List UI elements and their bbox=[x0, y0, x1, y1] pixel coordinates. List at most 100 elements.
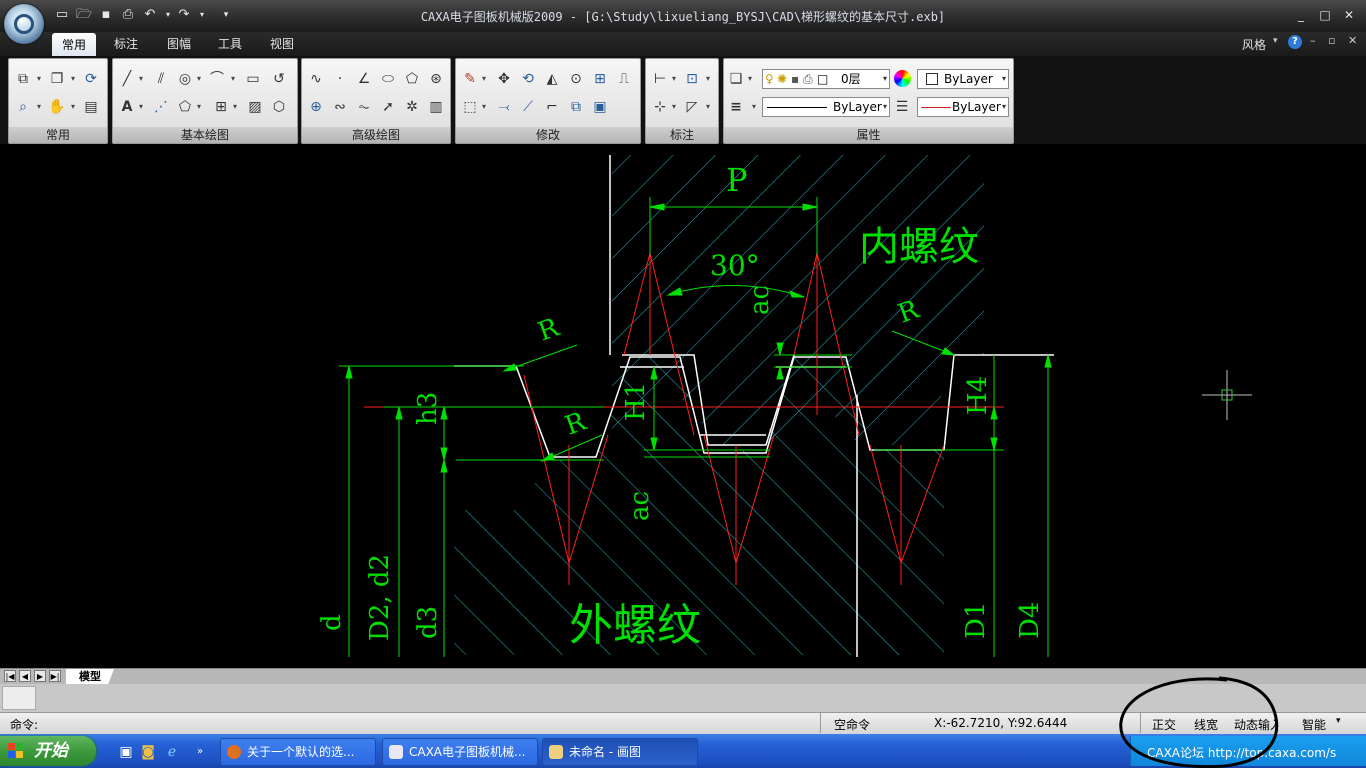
help-icon[interactable]: ? bbox=[1288, 35, 1302, 49]
minimize-button[interactable]: _ bbox=[1292, 8, 1310, 22]
drawing-canvas[interactable]: P 30° 内螺纹 外螺纹 R R R ac ac h3 H1 H4 d D2,… bbox=[4, 145, 1364, 667]
color-select[interactable]: ByLayer ▾ bbox=[917, 69, 1009, 89]
doc-minimize-button[interactable]: – bbox=[1310, 34, 1316, 47]
mirror-icon[interactable]: ◭ bbox=[542, 69, 562, 89]
pan-icon[interactable]: ✋ bbox=[47, 97, 67, 117]
move-icon[interactable]: ✥ bbox=[494, 69, 514, 89]
tab-sheet[interactable]: 图幅 bbox=[157, 32, 201, 56]
table-icon[interactable]: ⊞ bbox=[211, 97, 231, 117]
explode-icon[interactable]: ▣ bbox=[590, 97, 610, 117]
arrow-icon[interactable]: ➚ bbox=[378, 97, 398, 117]
chart-icon[interactable]: ▥ bbox=[426, 97, 446, 117]
doc-restore-button[interactable]: ▫ bbox=[1328, 34, 1335, 47]
stretch-icon[interactable]: ⎍ bbox=[614, 69, 634, 89]
copy-icon[interactable]: ❐ bbox=[47, 69, 67, 89]
taskbar-item-browser[interactable]: 关于一个默认的选... bbox=[220, 738, 376, 766]
gear-icon[interactable]: ✲ bbox=[402, 97, 422, 117]
H1-label: H1 bbox=[621, 382, 651, 421]
rotate-icon[interactable]: ⟲ bbox=[518, 69, 538, 89]
next-sheet-button[interactable]: ▶ bbox=[34, 670, 46, 682]
circle-icon[interactable]: ◎ bbox=[175, 69, 195, 89]
extend-icon[interactable]: ⟋ bbox=[518, 97, 538, 117]
maximize-button[interactable]: □ bbox=[1316, 8, 1334, 22]
snap-dropdown-icon[interactable]: ▾ bbox=[1336, 716, 1341, 726]
erase-icon[interactable]: ✎ bbox=[460, 69, 480, 89]
scale-icon[interactable]: ⊙ bbox=[566, 69, 586, 89]
spline-icon[interactable]: ∿ bbox=[306, 69, 326, 89]
quicklaunch-more-icon[interactable]: » bbox=[192, 744, 208, 760]
panel-properties: ❏ ▾ ♀ ✺ ▪ ⎙ □ 0层 ▾ ByLayer ▾ ≡ ▾ ByLayer ▾… bbox=[723, 58, 1014, 144]
coordinate-dim-icon[interactable]: ⊡ bbox=[682, 69, 702, 89]
command-prompt[interactable]: 命令: bbox=[10, 716, 38, 733]
d-label: d bbox=[317, 614, 347, 631]
offset-icon[interactable]: ⧉ bbox=[566, 97, 586, 117]
taskbar-item-caxa[interactable]: CAXA电子图板机械... bbox=[382, 738, 538, 766]
rectangle-icon[interactable]: ▭ bbox=[243, 69, 263, 89]
style-dropdown-icon[interactable]: ▾ bbox=[1273, 36, 1278, 46]
start-label: 开始 bbox=[34, 741, 68, 761]
regen-icon[interactable]: ⟳ bbox=[81, 69, 101, 89]
properties-icon[interactable]: ▤ bbox=[81, 97, 101, 117]
lineweight-select[interactable]: ByLayer ▾ bbox=[917, 97, 1009, 117]
fill-icon[interactable]: ⬡ bbox=[269, 97, 289, 117]
symbol-icon[interactable]: ⊹ bbox=[650, 97, 670, 117]
text-icon[interactable]: A bbox=[117, 97, 137, 117]
color-wheel-icon[interactable] bbox=[894, 70, 911, 87]
select-icon[interactable]: ⬚ bbox=[460, 97, 480, 117]
leader-icon[interactable]: ◸ bbox=[682, 97, 702, 117]
doc-close-button[interactable]: ✕ bbox=[1348, 34, 1357, 47]
panel-label: 常用 bbox=[9, 127, 107, 143]
wave-line-icon[interactable]: ∾ bbox=[330, 97, 350, 117]
close-button[interactable]: ✕ bbox=[1340, 8, 1358, 22]
chamfer-icon[interactable]: ⌐ bbox=[542, 97, 562, 117]
trim-icon[interactable]: ⤙ bbox=[494, 97, 514, 117]
dynamic-input-toggle[interactable]: 动态输入 bbox=[1234, 716, 1276, 733]
tab-model[interactable]: 模型 bbox=[66, 669, 114, 684]
lineweight-toggle[interactable]: 线宽 bbox=[1194, 716, 1218, 733]
last-sheet-button[interactable]: ▶| bbox=[49, 670, 61, 682]
zoom-icon[interactable]: ⌕ bbox=[13, 97, 33, 117]
hole-icon[interactable]: ⊕ bbox=[306, 97, 326, 117]
show-desktop-icon[interactable]: ▣ bbox=[118, 744, 134, 760]
smart-snap-toggle[interactable]: 智能 bbox=[1302, 716, 1326, 733]
point-icon[interactable]: · bbox=[330, 69, 350, 89]
color-value: ByLayer bbox=[944, 72, 993, 86]
centerline-icon[interactable]: ⋰ bbox=[151, 97, 171, 117]
command-grip[interactable] bbox=[2, 686, 36, 710]
dimension-icon[interactable]: ⊢ bbox=[650, 69, 670, 89]
tab-view[interactable]: 视图 bbox=[260, 32, 304, 56]
application-menu-button[interactable] bbox=[4, 4, 44, 44]
array-icon[interactable]: ⊞ bbox=[590, 69, 610, 89]
center-mark-icon[interactable]: ⊛ bbox=[426, 69, 446, 89]
start-button[interactable]: 开始 bbox=[0, 736, 96, 766]
line-pattern-icon[interactable]: ☰ bbox=[892, 97, 912, 117]
layer-select[interactable]: ♀ ✺ ▪ ⎙ □ 0层 ▾ bbox=[762, 69, 890, 89]
tab-annotate[interactable]: 标注 bbox=[104, 32, 148, 56]
media-icon[interactable]: ◙ bbox=[140, 744, 156, 760]
double-line-icon[interactable]: ⏦ bbox=[354, 97, 374, 117]
clipboard-icon[interactable]: ⧉ bbox=[13, 69, 33, 89]
block-icon[interactable]: ⬠ bbox=[175, 97, 195, 117]
line-icon[interactable]: ╱ bbox=[117, 69, 137, 89]
style-menu[interactable]: 风格 bbox=[1242, 36, 1266, 53]
prev-sheet-button[interactable]: ◀ bbox=[19, 670, 31, 682]
parallel-line-icon[interactable]: ⫽ bbox=[151, 69, 171, 89]
ellipse-icon[interactable]: ⬭ bbox=[378, 69, 398, 89]
ortho-toggle[interactable]: 正交 bbox=[1152, 716, 1176, 733]
hatch-icon[interactable]: ▨ bbox=[245, 97, 265, 117]
ie-icon[interactable]: ℯ bbox=[164, 744, 180, 760]
angle-line-icon[interactable]: ∠ bbox=[354, 69, 374, 89]
arc-icon[interactable]: ⌒ bbox=[207, 69, 227, 89]
curve-icon[interactable]: ↺ bbox=[269, 69, 289, 89]
taskbar-item-paint[interactable]: 未命名 - 画图 bbox=[542, 738, 698, 766]
tab-tools[interactable]: 工具 bbox=[208, 32, 252, 56]
taskbar-item-label: 关于一个默认的选... bbox=[247, 745, 355, 759]
polygon-icon[interactable]: ⬠ bbox=[402, 69, 422, 89]
lineweight-icon[interactable]: ≡ bbox=[726, 97, 746, 117]
first-sheet-button[interactable]: |◀ bbox=[4, 670, 16, 682]
layer-manager-icon[interactable]: ❏ bbox=[726, 69, 746, 89]
panel-label: 修改 bbox=[456, 127, 640, 143]
h3-label: h3 bbox=[413, 392, 443, 425]
linetype-select[interactable]: ByLayer ▾ bbox=[762, 97, 890, 117]
tab-common[interactable]: 常用 bbox=[52, 33, 97, 56]
